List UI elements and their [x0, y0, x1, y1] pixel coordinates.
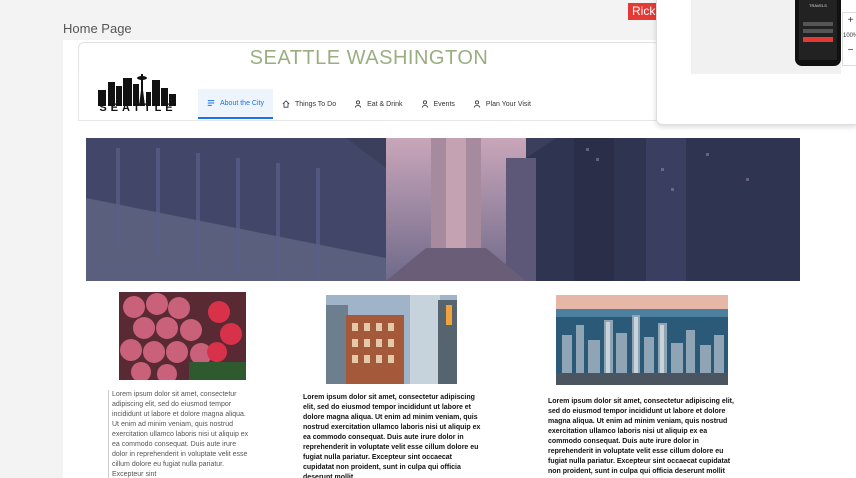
- site-title: SEATTLE WASHINGTON: [249, 47, 489, 69]
- nav-menu: About the City Things To Do Eat & Drink …: [198, 89, 540, 119]
- nav-item-label: About the City: [220, 99, 264, 107]
- zoom-in-button[interactable]: +: [843, 13, 856, 29]
- nav-item-label: Eat & Drink: [367, 100, 403, 108]
- preview-panel: TRAVELS: [691, 0, 841, 74]
- zoom-level: 100%: [843, 33, 856, 39]
- seattle-logo[interactable]: SEATTLE: [84, 72, 192, 118]
- nav-item-label: Things To Do: [294, 100, 337, 108]
- roses-illustration: [119, 292, 246, 380]
- zoom-controls: + 100% −: [842, 12, 856, 66]
- home-icon: [282, 100, 290, 108]
- phone-title: TRAVELS: [809, 3, 827, 8]
- card-image-roses: [119, 292, 246, 380]
- street-buildings-illustration: [326, 295, 457, 384]
- nav-item-events[interactable]: Events: [412, 89, 464, 119]
- card-text-2: Lorem ipsum dolor sit amet, consectetur …: [303, 394, 481, 478]
- title-bar: SEATTLE WASHINGTON: [78, 42, 660, 73]
- person-icon: [421, 100, 428, 108]
- phone-screen: TRAVELS: [799, 0, 837, 60]
- user-badge[interactable]: Rick: [628, 3, 657, 20]
- skyline-aerial-illustration: [556, 295, 728, 385]
- person-icon: [354, 100, 362, 108]
- city-street-illustration: [86, 138, 800, 281]
- skyline-icon: [98, 74, 176, 106]
- nav-item-label: Plan Your Visit: [485, 100, 531, 108]
- hero-image: [86, 138, 800, 281]
- list-icon: [207, 100, 215, 106]
- person-icon: [473, 100, 481, 108]
- nav-item-label: Events: [433, 100, 455, 108]
- page-label: Home Page: [63, 21, 132, 36]
- nav-item-about[interactable]: About the City: [198, 89, 273, 119]
- nav-item-things-to-do[interactable]: Things To Do: [273, 89, 345, 119]
- logo-text: SEATTLE: [99, 102, 177, 114]
- card-image-skyline: [556, 295, 728, 385]
- nav-item-plan-visit[interactable]: Plan Your Visit: [464, 89, 540, 119]
- nav-item-eat-drink[interactable]: Eat & Drink: [345, 89, 411, 119]
- card-text-3: Lorem ipsum dolor sit amet, consectetur …: [548, 398, 734, 475]
- card-text-1: Lorem ipsum dolor sit amet, consectetur …: [108, 390, 253, 478]
- preview-flyout: TRAVELS + 100% −: [656, 0, 856, 125]
- zoom-out-button[interactable]: −: [843, 43, 856, 59]
- card-image-street: [326, 295, 457, 384]
- phone-mockup: TRAVELS: [795, 0, 841, 66]
